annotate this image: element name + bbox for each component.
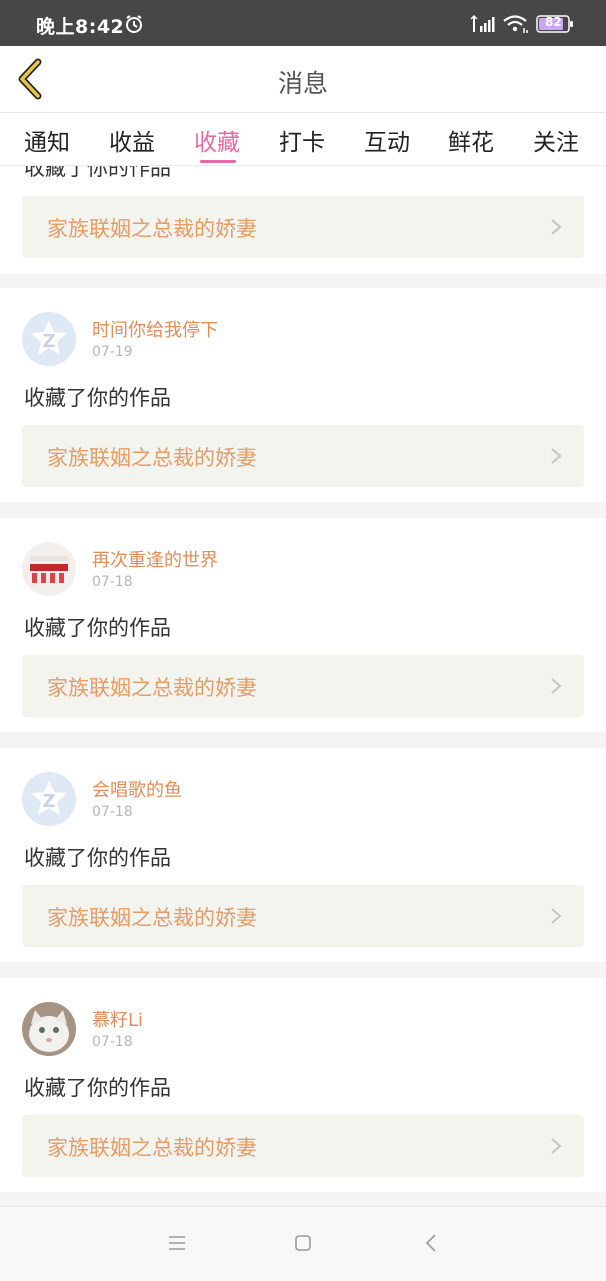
feed-card: Z 时间你给我停下 07-19 收藏了你的作品 家族联姻之总裁的娇妻 bbox=[0, 288, 606, 502]
photo-avatar[interactable] bbox=[22, 542, 76, 596]
tab-checkin[interactable]: 打卡 bbox=[279, 123, 325, 157]
message-date: 07-18 bbox=[92, 804, 133, 820]
back-icon[interactable] bbox=[424, 1233, 438, 1257]
action-text: 收藏了你的作品 bbox=[24, 166, 171, 180]
tab-follow[interactable]: 关注 bbox=[533, 123, 579, 157]
action-text: 收藏了你的作品 bbox=[24, 846, 171, 870]
chevron-right-icon bbox=[551, 678, 562, 694]
tab-bar: 通知 收益 收藏 打卡 互动 鲜花 关注 bbox=[0, 113, 606, 166]
header: 消息 bbox=[0, 46, 606, 113]
work-link[interactable]: 家族联姻之总裁的娇妻 bbox=[22, 425, 584, 487]
svg-text:Z: Z bbox=[42, 791, 55, 812]
user-name[interactable]: 再次重逢的世界 bbox=[92, 546, 218, 572]
wifi-icon bbox=[502, 14, 530, 38]
work-link[interactable]: 家族联姻之总裁的娇妻 bbox=[22, 196, 584, 258]
feed-card: 再次重逢的世界 07-18 收藏了你的作品 家族联姻之总裁的娇妻 bbox=[0, 518, 606, 732]
tab-earnings[interactable]: 收益 bbox=[109, 123, 155, 157]
work-title: 家族联姻之总裁的娇妻 bbox=[47, 446, 257, 470]
action-text: 收藏了你的作品 bbox=[24, 386, 171, 410]
page-title: 消息 bbox=[277, 69, 328, 98]
user-name[interactable]: 会唱歌的鱼 bbox=[92, 776, 182, 802]
active-tab-indicator bbox=[200, 160, 236, 163]
feed-spacer bbox=[0, 1192, 606, 1206]
message-feed[interactable]: 收藏了你的作品 家族联姻之总裁的娇妻 Z 时间你给我停下 07-19 收藏了你的… bbox=[0, 166, 606, 1206]
chevron-right-icon bbox=[551, 219, 562, 235]
user-name[interactable]: 时间你给我停下 bbox=[92, 316, 218, 342]
signal-icon bbox=[470, 14, 496, 38]
feed-card-partial: 收藏了你的作品 家族联姻之总裁的娇妻 bbox=[0, 166, 606, 274]
default-avatar-icon[interactable]: Z bbox=[22, 312, 76, 366]
action-text: 收藏了你的作品 bbox=[24, 616, 171, 640]
message-date: 07-18 bbox=[92, 574, 133, 590]
work-link[interactable]: 家族联姻之总裁的娇妻 bbox=[22, 885, 584, 947]
battery-icon: 82 bbox=[536, 15, 574, 37]
tab-notifications[interactable]: 通知 bbox=[24, 123, 70, 157]
alarm-icon bbox=[124, 14, 144, 38]
status-time: 晚上8:42 bbox=[36, 16, 125, 38]
svg-text:Z: Z bbox=[42, 331, 55, 352]
chevron-right-icon bbox=[551, 448, 562, 464]
message-date: 07-18 bbox=[92, 1034, 133, 1050]
tab-favorites[interactable]: 收藏 bbox=[194, 123, 240, 157]
tab-interactions[interactable]: 互动 bbox=[364, 123, 410, 157]
battery-level: 82 bbox=[545, 15, 562, 29]
message-date: 07-19 bbox=[92, 344, 133, 360]
tab-flowers[interactable]: 鲜花 bbox=[448, 123, 494, 157]
system-nav-bar bbox=[0, 1206, 606, 1281]
work-title: 家族联姻之总裁的娇妻 bbox=[47, 1136, 257, 1160]
action-text: 收藏了你的作品 bbox=[24, 1076, 171, 1100]
work-link[interactable]: 家族联姻之总裁的娇妻 bbox=[22, 655, 584, 717]
chevron-right-icon bbox=[551, 1138, 562, 1154]
cat-avatar[interactable] bbox=[22, 1002, 76, 1056]
menu-icon[interactable] bbox=[168, 1235, 186, 1255]
user-name[interactable]: 慕籽Li bbox=[92, 1006, 143, 1032]
work-link[interactable]: 家族联姻之总裁的娇妻 bbox=[22, 1115, 584, 1177]
feed-card: 慕籽Li 07-18 收藏了你的作品 家族联姻之总裁的娇妻 bbox=[0, 978, 606, 1192]
work-title: 家族联姻之总裁的娇妻 bbox=[47, 217, 257, 241]
work-title: 家族联姻之总裁的娇妻 bbox=[47, 906, 257, 930]
status-bar: 晚上8:42 82 bbox=[0, 0, 606, 46]
default-avatar-icon[interactable]: Z bbox=[22, 772, 76, 826]
home-icon[interactable] bbox=[294, 1234, 312, 1256]
chevron-right-icon bbox=[551, 908, 562, 924]
work-title: 家族联姻之总裁的娇妻 bbox=[47, 676, 257, 700]
feed-card: Z 会唱歌的鱼 07-18 收藏了你的作品 家族联姻之总裁的娇妻 bbox=[0, 748, 606, 962]
